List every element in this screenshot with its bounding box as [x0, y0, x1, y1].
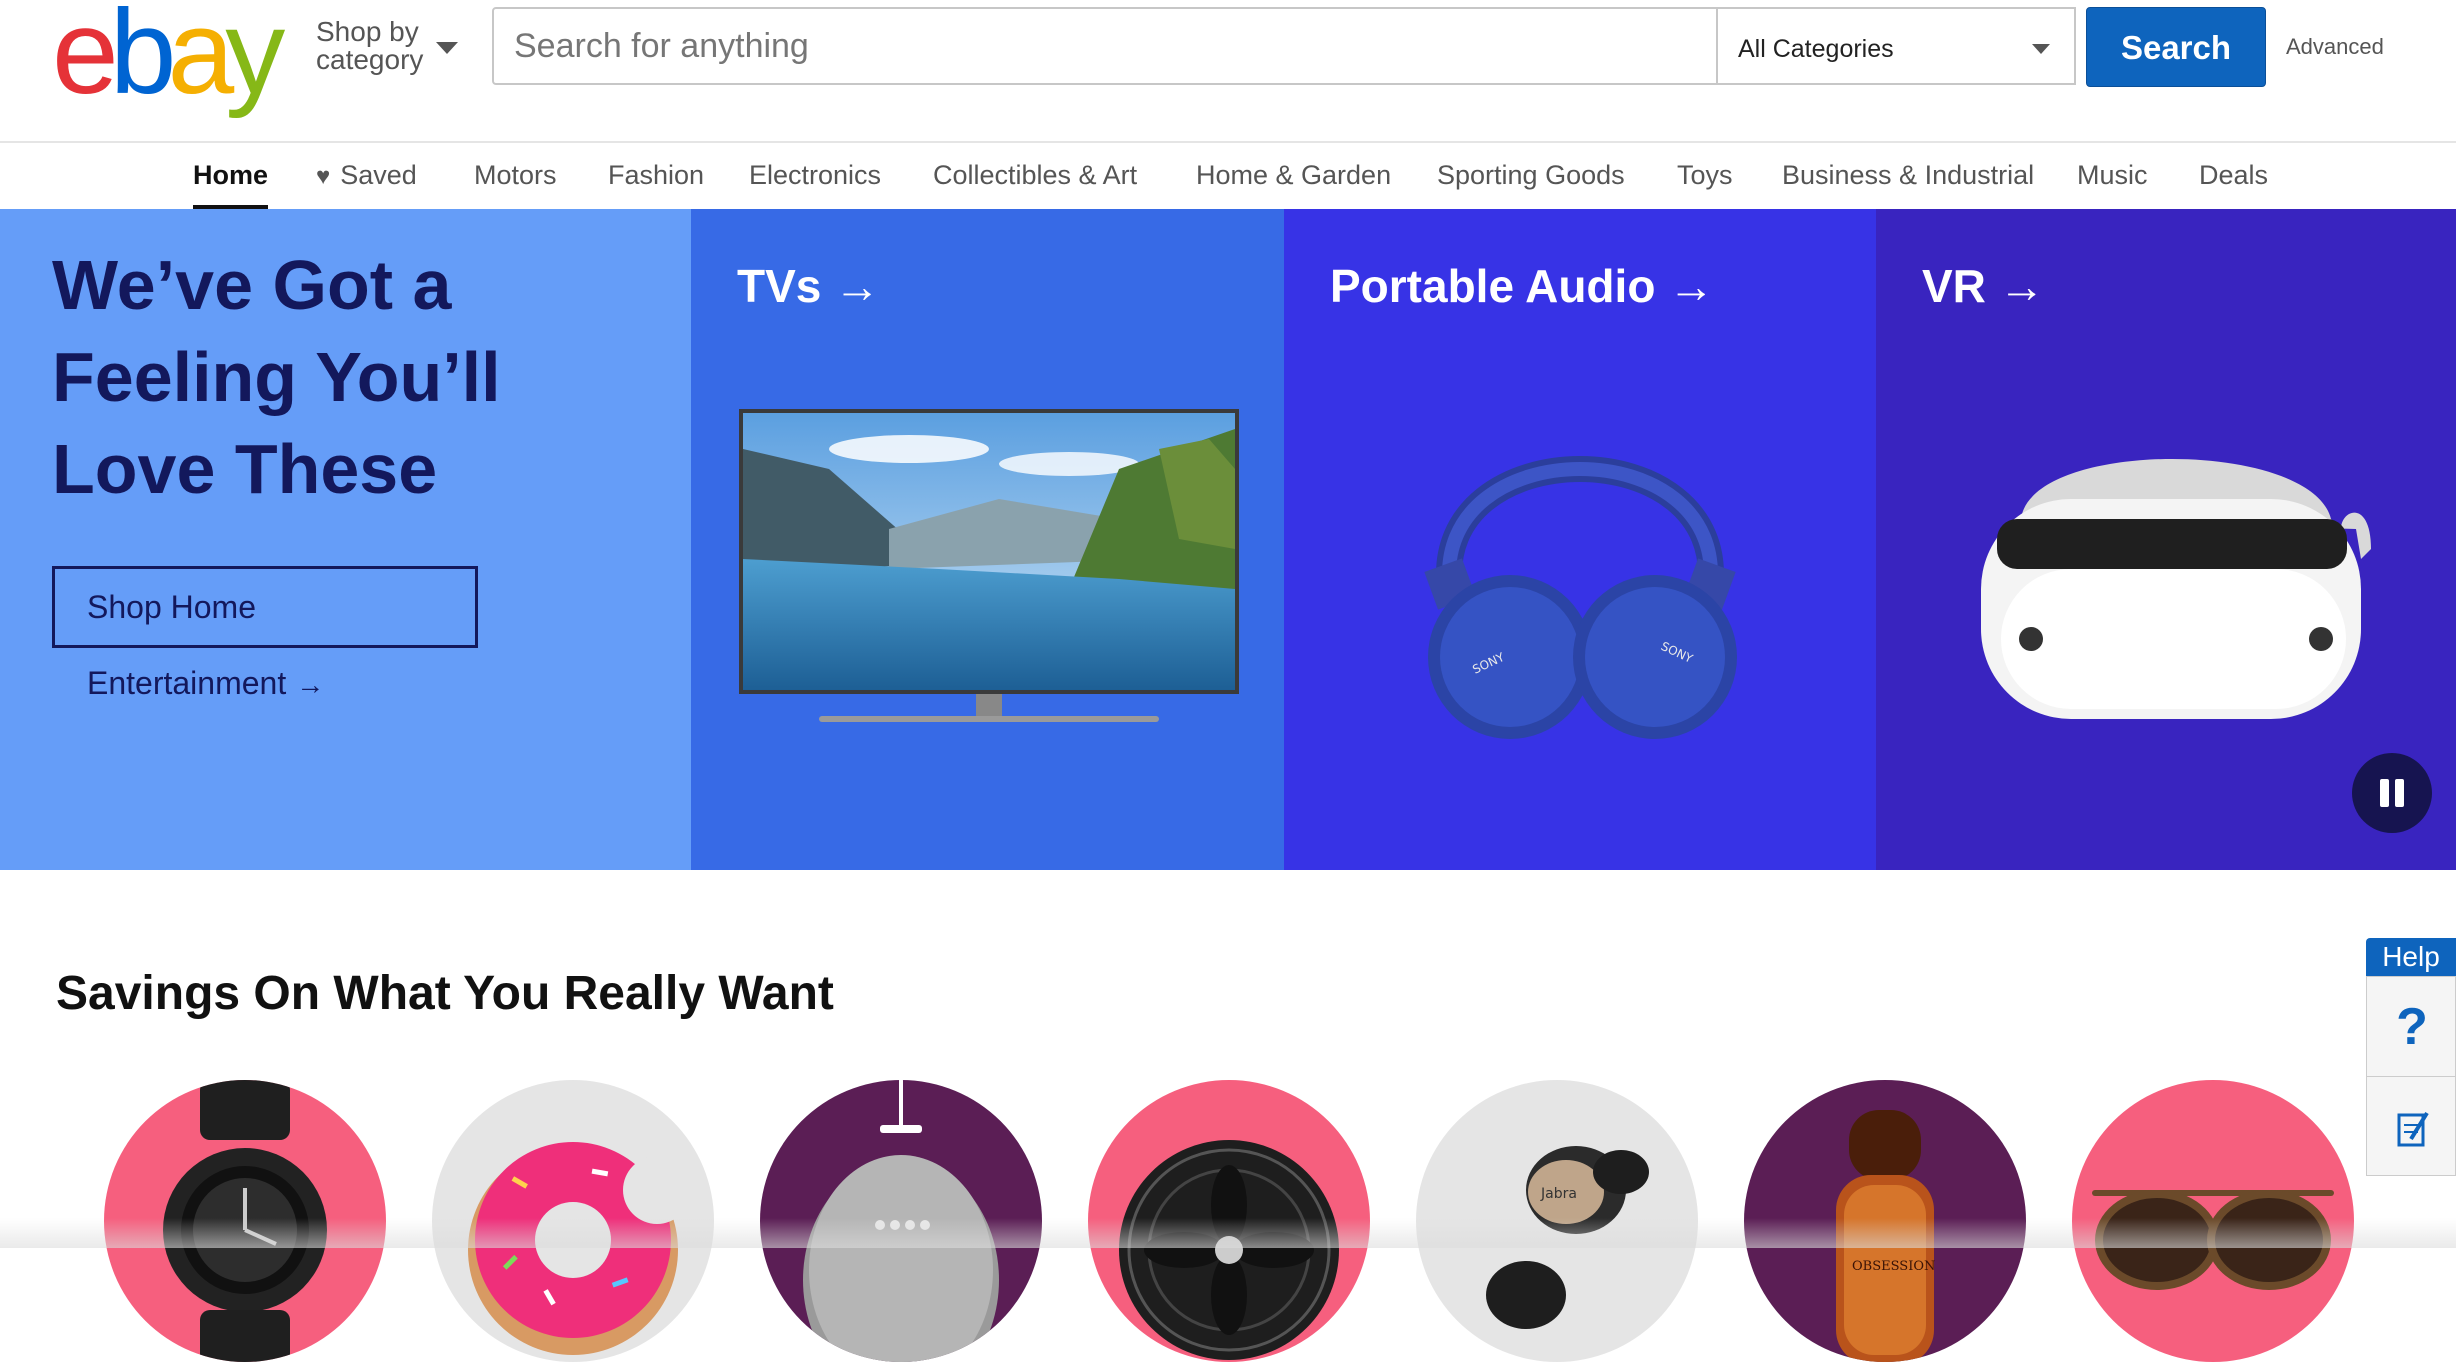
help-tab[interactable]: Help	[2366, 938, 2456, 976]
nav-fashion[interactable]: Fashion	[608, 160, 704, 191]
heart-icon: ♥	[316, 163, 331, 190]
portable-audio-label: Portable Audio	[1330, 260, 1656, 312]
hero-panel-title-portable-audio[interactable]: Portable Audio →	[1330, 259, 1714, 313]
logo-letter-y: y	[225, 0, 285, 119]
nav-electronics[interactable]: Electronics	[749, 160, 881, 191]
search-button[interactable]: Search	[2086, 7, 2266, 87]
feedback-button[interactable]	[2367, 1077, 2456, 1177]
ebay-logo[interactable]: ebay	[52, 0, 285, 119]
hero-title: We’ve Got a Feeling You’ll Love These	[52, 246, 501, 508]
arrow-right-icon: →	[1668, 260, 1715, 312]
chevron-down-icon	[2032, 44, 2050, 54]
nav-home[interactable]: Home	[193, 160, 269, 209]
nav-deals[interactable]: Deals	[2199, 160, 2268, 191]
search-bar: All Categories	[492, 7, 2076, 85]
category-select-value: All Categories	[1738, 35, 1894, 63]
arrow-right-icon: →	[1998, 260, 2045, 312]
help-question-icon[interactable]: ?	[2367, 977, 2456, 1077]
chevron-down-icon	[436, 42, 458, 54]
nav-sporting-goods[interactable]: Sporting Goods	[1437, 160, 1625, 191]
nav-music[interactable]: Music	[2077, 160, 2148, 191]
jabra-label: Jabra	[1540, 1186, 1577, 1202]
nav-saved-label: Saved	[340, 160, 417, 190]
advanced-search-link[interactable]: Advanced	[2286, 34, 2384, 60]
hero-cta-label: Shop Home Entertainment	[87, 589, 287, 701]
hero-panel-title-tvs[interactable]: TVs →	[737, 259, 880, 313]
nav-motors[interactable]: Motors	[474, 160, 557, 191]
arrow-right-icon: →	[834, 260, 881, 312]
vr-headset-image	[1981, 459, 2371, 719]
hero-carousel: We’ve Got a Feeling You’ll Love These Sh…	[0, 209, 2456, 870]
hero-panel-tvs[interactable]: TVs →	[691, 209, 1284, 870]
nav-business-industrial[interactable]: Business & Industrial	[1782, 160, 2034, 191]
help-widget: ?	[2366, 976, 2456, 1176]
headphones-image: SONY SONY	[1424, 456, 1737, 739]
site-header: ebay Shop by category All Categories Sea…	[0, 0, 2456, 143]
arrow-right-icon: →	[296, 669, 325, 700]
feedback-icon	[2397, 1111, 2429, 1147]
shop-by-category-button[interactable]: Shop by category	[316, 18, 466, 74]
logo-letter-e: e	[52, 0, 119, 119]
logo-letter-b: b	[109, 0, 177, 119]
tv-image	[739, 409, 1239, 722]
obsession-label: OBSESSION	[1852, 1259, 1935, 1274]
carousel-pause-button[interactable]	[2352, 753, 2432, 833]
shop-by-category-label: Shop by category	[316, 16, 424, 75]
bottom-fade	[0, 1218, 2456, 1248]
category-nav: Home ♥ Saved Motors Fashion Electronics C…	[0, 143, 2456, 209]
tvs-label: TVs	[737, 260, 822, 312]
category-select[interactable]: All Categories	[1716, 9, 2074, 83]
nav-home-garden[interactable]: Home & Garden	[1196, 160, 1391, 191]
savings-section-title: Savings On What You Really Want	[56, 967, 834, 1020]
search-input[interactable]	[494, 9, 1716, 83]
hero-intro-panel: We’ve Got a Feeling You’ll Love These Sh…	[0, 209, 691, 870]
nav-collectibles-art[interactable]: Collectibles & Art	[933, 160, 1137, 191]
vr-label: VR	[1922, 260, 1986, 312]
shop-home-entertainment-button[interactable]: Shop Home Entertainment →	[52, 566, 478, 701]
hero-panel-portable-audio[interactable]: Portable Audio → SONY SONY	[1284, 209, 1876, 870]
hero-panel-title-vr[interactable]: VR →	[1922, 259, 2045, 313]
logo-letter-a: a	[167, 0, 235, 119]
nav-toys[interactable]: Toys	[1677, 160, 1733, 191]
nav-saved[interactable]: ♥ Saved	[316, 160, 417, 191]
